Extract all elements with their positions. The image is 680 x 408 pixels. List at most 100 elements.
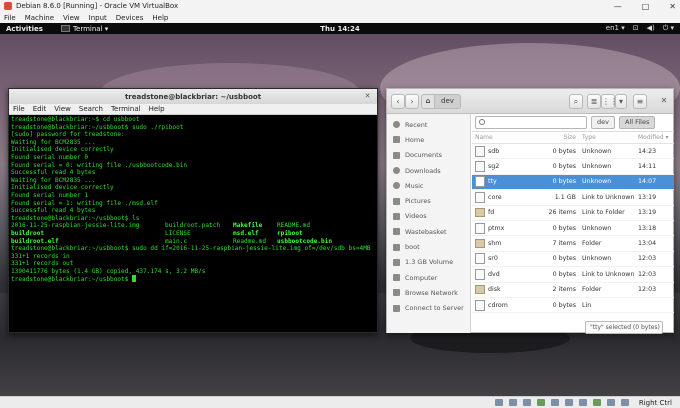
file-row[interactable]: core 1.1 GB Link to Unknown 13:19 bbox=[472, 190, 674, 206]
sidebar-item-label: Downloads bbox=[405, 166, 441, 175]
hard-disk-icon[interactable] bbox=[494, 399, 503, 406]
power-icon[interactable]: ⏻ ▾ bbox=[663, 24, 674, 33]
keyboard-layout-indicator[interactable]: en1 ▾ bbox=[606, 24, 625, 33]
menu-help[interactable]: Help bbox=[152, 14, 168, 22]
terminal-line: Waiting for BCM2835 ... bbox=[11, 176, 96, 184]
sidebar-item-label: Videos bbox=[405, 212, 427, 221]
sidebar-item-volume[interactable]: 1.3 GB Volume bbox=[387, 255, 470, 270]
file-type: Unknown bbox=[582, 224, 612, 232]
activities-button[interactable]: Activities bbox=[6, 25, 43, 33]
terminal-menu-file[interactable]: File bbox=[13, 105, 25, 113]
path-root-button[interactable]: ⌂ bbox=[421, 94, 435, 109]
volume-icon[interactable]: ◀) bbox=[647, 24, 655, 33]
terminal-line: treadstone@blackbriar:~/usbboot$ sudo ./… bbox=[11, 123, 184, 131]
file-row[interactable]: dvd 0 bytes Link to Unknown 12:03 bbox=[472, 267, 674, 283]
sidebar-item-videos[interactable]: Videos bbox=[387, 209, 470, 224]
files-close-button[interactable]: ✕ bbox=[658, 95, 670, 107]
column-type[interactable]: Type bbox=[580, 134, 638, 141]
file-size: 0 bytes bbox=[552, 178, 576, 186]
sidebar-item-home[interactable]: Home bbox=[387, 132, 470, 147]
maximize-button[interactable]: □ bbox=[642, 2, 650, 11]
minimize-button[interactable]: — bbox=[614, 2, 622, 11]
sidebar-item-wastebasket[interactable]: Wastebasket bbox=[387, 224, 470, 239]
terminal-menu-terminal[interactable]: Terminal bbox=[111, 105, 141, 113]
sidebar-item-computer[interactable]: Computer bbox=[387, 270, 470, 285]
sidebar-item-recent[interactable]: Recent bbox=[387, 117, 470, 132]
terminal-close-button[interactable]: ✕ bbox=[362, 91, 373, 102]
sidebar-item-documents[interactable]: Documents bbox=[387, 148, 470, 163]
menu-file[interactable]: File bbox=[4, 14, 16, 22]
audio-icon[interactable] bbox=[522, 399, 531, 406]
filter-location-dev[interactable]: dev bbox=[591, 116, 615, 129]
column-name[interactable]: Name bbox=[472, 134, 536, 141]
file-size: 2 items bbox=[552, 286, 576, 294]
file-modified: 14:11 bbox=[638, 163, 657, 171]
file-name: core bbox=[488, 193, 502, 201]
menu-devices[interactable]: Devices bbox=[116, 14, 144, 22]
sidebar-item-downloads[interactable]: Downloads bbox=[387, 163, 470, 178]
file-row[interactable]: sdb 0 bytes Unknown 14:23 bbox=[472, 144, 674, 160]
menu-input[interactable]: Input bbox=[89, 14, 107, 22]
file-row[interactable]: fd 26 items Link to Folder 13:19 bbox=[472, 206, 674, 221]
terminal-prompt-line: treadstone@blackbriar:~/usbboot$ bbox=[11, 275, 375, 284]
optical-drive-icon[interactable] bbox=[508, 399, 517, 406]
sidebar-item-boot[interactable]: boot bbox=[387, 239, 470, 254]
file-row[interactable]: disk 2 items Folder 12:03 bbox=[472, 283, 674, 298]
file-row[interactable]: sr0 0 bytes Unknown 12:03 bbox=[472, 252, 674, 268]
file-row[interactable]: ptmx 0 bytes Unknown 13:18 bbox=[472, 221, 674, 237]
shared-folder-icon[interactable] bbox=[564, 399, 573, 406]
grid-view-button[interactable]: ⋮⋮ bbox=[601, 94, 618, 109]
menu-button[interactable]: ≡ bbox=[633, 94, 647, 109]
clock[interactable]: Thu 14:24 bbox=[320, 25, 359, 33]
close-button[interactable]: ✕ bbox=[669, 2, 676, 11]
app-menu-button[interactable]: Terminal ▾ bbox=[60, 25, 108, 33]
sidebar-item-label: Computer bbox=[405, 273, 438, 282]
file-name: fd bbox=[488, 209, 495, 217]
terminal-menu-search[interactable]: Search bbox=[79, 105, 103, 113]
network-adapter-icon[interactable] bbox=[536, 399, 545, 406]
terminal-line: treadstone@blackbriar:~/usbboot$ sudo dd… bbox=[11, 245, 371, 253]
drive-icon bbox=[393, 243, 400, 251]
column-size[interactable]: Size bbox=[536, 134, 580, 141]
terminal-output[interactable]: treadstone@blackbriar:~$ cd usbboot tread… bbox=[9, 115, 377, 332]
keyboard-capture-icon[interactable] bbox=[620, 399, 629, 406]
search-button[interactable]: ⌕ bbox=[569, 94, 583, 109]
search-input[interactable] bbox=[476, 117, 586, 128]
terminal-line: 331+1 records in bbox=[11, 252, 70, 260]
sidebar-item-connect-server[interactable]: Connect to Server bbox=[387, 301, 470, 316]
terminal-menu-view[interactable]: View bbox=[54, 105, 71, 113]
list-view-button[interactable]: ≣ bbox=[587, 94, 601, 109]
video-capture-icon[interactable] bbox=[592, 399, 601, 406]
file-modified: 12:03 bbox=[638, 270, 657, 278]
forward-button[interactable]: › bbox=[405, 94, 419, 109]
filter-all-files[interactable]: All Files bbox=[618, 116, 656, 129]
sidebar-item-pictures[interactable]: Pictures bbox=[387, 193, 470, 208]
back-button[interactable]: ‹ bbox=[391, 94, 405, 109]
file-row[interactable]: cdrom 0 bytes Lin bbox=[472, 298, 674, 314]
menu-machine[interactable]: Machine bbox=[25, 14, 54, 22]
terminal-menu-edit[interactable]: Edit bbox=[33, 105, 47, 113]
menu-view[interactable]: View bbox=[63, 14, 80, 22]
search-icon bbox=[479, 119, 485, 125]
sidebar-item-browse-network[interactable]: Browse Network bbox=[387, 285, 470, 300]
file-icon bbox=[475, 161, 485, 173]
display-icon[interactable] bbox=[578, 399, 587, 406]
sidebar-item-music[interactable]: Music bbox=[387, 178, 470, 193]
file-row[interactable]: shm 7 items Folder 13:04 bbox=[472, 236, 674, 252]
terminal-line: Initialised device correctly bbox=[11, 184, 114, 192]
file-size: 0 bytes bbox=[552, 147, 576, 155]
column-modified[interactable]: Modified ▾ bbox=[638, 134, 674, 141]
file-name: disk bbox=[488, 286, 501, 294]
file-row[interactable]: sg2 0 bytes Unknown 14:11 bbox=[472, 159, 674, 175]
ls-output-row: buildroot LICENSE msd.elf rpiboot bbox=[11, 230, 375, 238]
usb-icon[interactable] bbox=[550, 399, 559, 406]
view-options-button[interactable]: ▾ bbox=[615, 94, 627, 109]
terminal-titlebar[interactable]: treadstone@blackbriar: ~/usbboot ✕ bbox=[9, 89, 377, 104]
terminal-menu-help[interactable]: Help bbox=[149, 105, 165, 113]
network-icon[interactable]: ⊡ bbox=[633, 24, 639, 33]
sidebar-item-label: Documents bbox=[405, 151, 443, 160]
file-row-selected[interactable]: tty 0 bytes Unknown 14:07 bbox=[472, 174, 674, 191]
path-segment-dev[interactable]: dev bbox=[435, 94, 461, 109]
mouse-integration-icon[interactable] bbox=[606, 399, 615, 406]
terminal-line: [sudo] password for treadstone: bbox=[11, 131, 125, 139]
